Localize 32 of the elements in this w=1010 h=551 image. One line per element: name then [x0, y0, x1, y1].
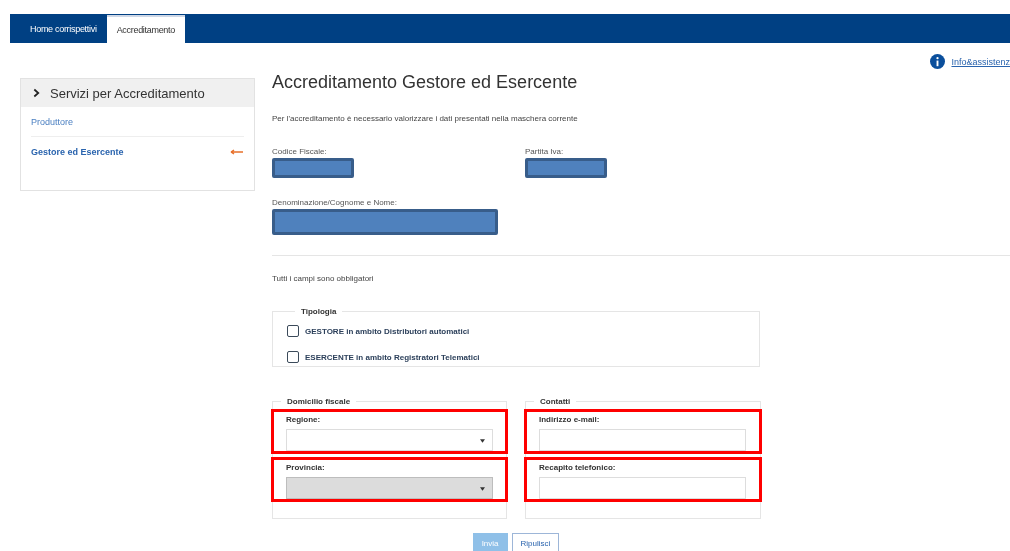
required-note: Tutti i campi sono obbligatori [272, 274, 375, 283]
fieldset-legend: Tipologia [295, 307, 343, 316]
field-label: Recapito telefonico: [539, 463, 617, 472]
caret-icon [480, 487, 485, 491]
fieldset-legend: Domicilio fiscale [281, 397, 357, 406]
arrow-left-icon [230, 148, 244, 155]
fieldset-legend: Contatti [534, 397, 577, 406]
field-label: Partita Iva: [525, 147, 565, 156]
info-icon [930, 54, 946, 69]
select-field[interactable] [286, 429, 493, 451]
chevron-icon [33, 88, 40, 98]
field-label: Indirizzo e-mail: [539, 415, 601, 424]
sidebar-title: Servizi per Accreditamento [50, 85, 205, 101]
checkbox-label: ESERCENTE in ambito Registratori Telematici [305, 352, 480, 362]
checkbox[interactable] [287, 351, 299, 363]
sidebar-item[interactable]: Produttore [31, 107, 244, 137]
caret-icon [480, 439, 485, 443]
reset-button[interactable]: Ripulisci [511, 533, 560, 551]
field-label: Regione: [286, 415, 322, 424]
checkbox-label: GESTORE in ambito Distributori automatici [305, 326, 470, 336]
input-field[interactable] [539, 477, 746, 499]
intro-text: Per l'accreditamento è necessario valorizzare i dati presentati nella maschera corrente [272, 114, 579, 123]
field-label: Denominazione/Cognome e Nome: [272, 198, 398, 207]
checkbox[interactable] [287, 325, 299, 337]
page-title: Accreditamento Gestore ed Esercente [272, 72, 579, 94]
help-link[interactable]: Info&assistenz [951, 56, 1010, 67]
sidebar-item[interactable]: Gestore ed Esercente [31, 137, 244, 166]
field-label: Provincia: [286, 463, 326, 472]
nav-tab[interactable]: Accreditamento [106, 15, 185, 43]
nav-tab[interactable]: Home corrispettivi [20, 14, 107, 43]
input-field[interactable] [539, 429, 746, 451]
field-label: Codice Fiscale: [272, 147, 328, 156]
